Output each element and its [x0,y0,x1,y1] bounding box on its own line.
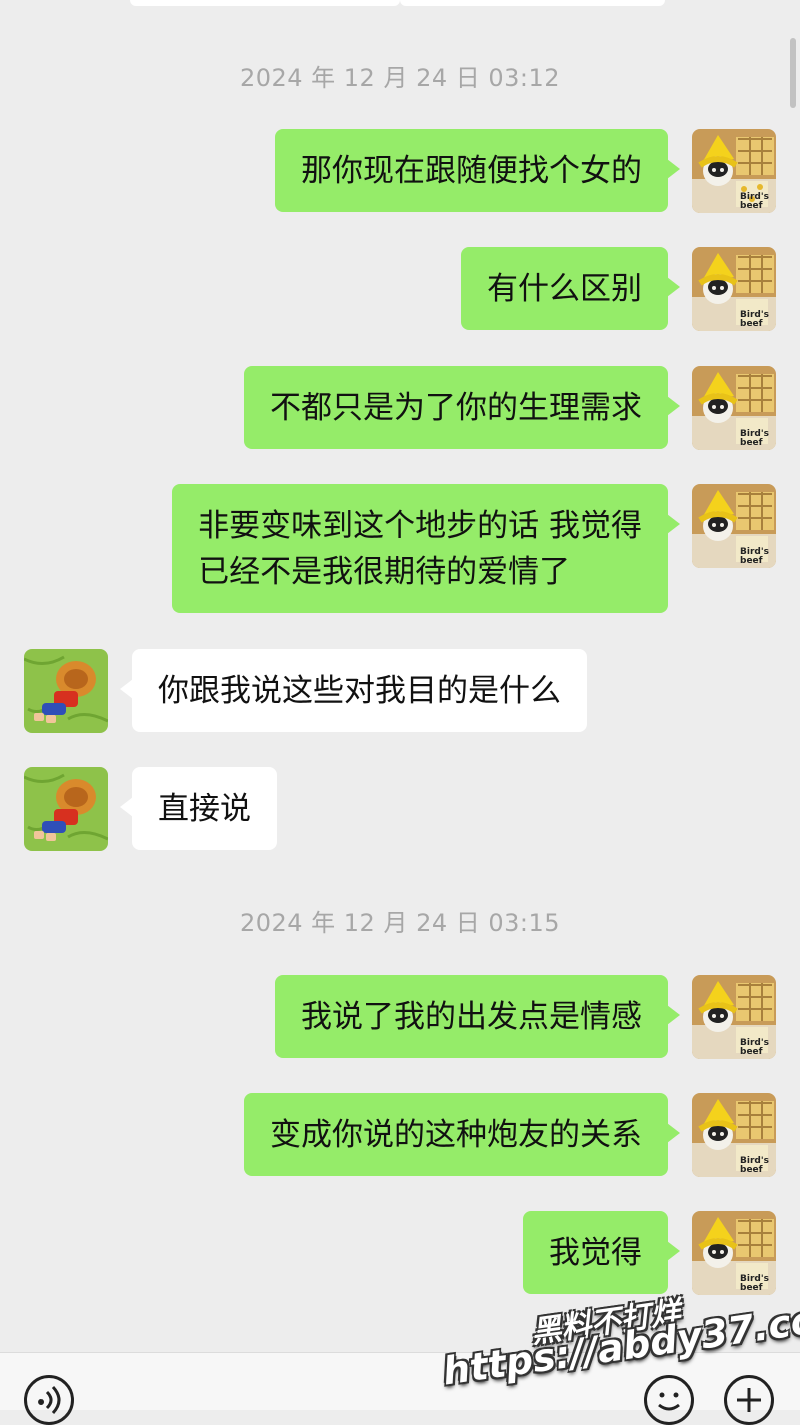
self-avatar[interactable]: Bird's beef [692,366,776,450]
incoming-message-bubble[interactable]: 直接说 [120,767,277,850]
message-text: 我觉得 [549,1235,642,1271]
message-text: 已经不是我很期待的爱情了 [198,554,571,590]
svg-text:beef: beef [740,556,763,566]
outgoing-message-bubble[interactable]: 我觉得 [523,1211,680,1294]
previous-bubble-edge [400,0,665,6]
outgoing-message-bubble[interactable]: 那你现在跟随便找个女的 [275,129,680,212]
svg-text:beef: beef [740,438,763,448]
cat-in-yellow-hat-avatar-icon: Bird's beef [692,129,776,213]
self-avatar[interactable]: Bird's beef [692,484,776,568]
svg-text:beef: beef [740,201,763,211]
plus-sign-icon [737,1388,761,1412]
message-timestamp: 2024 年 12 月 24 日 03:15 [239,909,561,937]
self-avatar[interactable]: Bird's beef [692,129,776,213]
incoming-message-bubble[interactable]: 你跟我说这些对我目的是什么 [120,649,587,732]
message-text: 非要变味到这个地步的话 我觉得 [198,508,642,544]
voice-wave-icon [38,1385,61,1415]
self-avatar[interactable]: Bird's beef [692,1211,776,1295]
self-avatar[interactable]: Bird's beef [692,975,776,1059]
previous-bubble-edge [130,0,400,6]
contact-avatar[interactable] [24,767,108,851]
straw-hat-boy-on-grass-avatar-icon [24,649,108,733]
message-text: 直接说 [158,791,251,827]
svg-text:beef: beef [740,1047,763,1057]
self-avatar[interactable]: Bird's beef [692,247,776,331]
cat-in-yellow-hat-avatar-icon: Bird's beef [692,366,776,450]
message-text: 有什么区别 [487,271,642,307]
straw-hat-boy-on-grass-avatar-icon [24,767,108,851]
outgoing-message-bubble[interactable]: 有什么区别 [461,247,680,330]
outgoing-message-bubble[interactable]: 变成你说的这种炮友的关系 [244,1093,680,1176]
message-text: 不都只是为了你的生理需求 [270,390,642,426]
svg-text:beef: beef [740,1165,763,1175]
outgoing-message-bubble[interactable]: 不都只是为了你的生理需求 [244,366,680,449]
cat-in-yellow-hat-avatar-icon: Bird's beef [692,247,776,331]
svg-text:beef: beef [740,1283,763,1293]
message-text: 那你现在跟随便找个女的 [301,153,642,189]
outgoing-message-bubble[interactable]: 非要变味到这个地步的话 我觉得 已经不是我很期待的爱情了 [172,484,680,613]
emoji-icon[interactable] [644,1375,694,1425]
chat-area[interactable]: 2024 年 12 月 24 日 03:12 那你现在跟随便找个女的 Bird'… [0,0,800,1409]
cat-in-yellow-hat-avatar-icon: Bird's beef [692,1211,776,1295]
cat-in-yellow-hat-avatar-icon: Bird's beef [692,975,776,1059]
message-timestamp: 2024 年 12 月 24 日 03:12 [239,64,561,92]
outgoing-message-bubble[interactable]: 我说了我的出发点是情感 [275,975,680,1058]
plus-icon[interactable] [724,1375,774,1425]
voice-icon[interactable] [24,1375,74,1425]
message-text: 我说了我的出发点是情感 [301,999,642,1035]
svg-text:beef: beef [740,319,763,329]
contact-avatar[interactable] [24,649,108,733]
message-text: 变成你说的这种炮友的关系 [270,1117,642,1153]
smiley-face-icon [658,1392,680,1411]
self-avatar[interactable]: Bird's beef [692,1093,776,1177]
cat-in-yellow-hat-avatar-icon: Bird's beef [692,484,776,568]
message-text: 你跟我说这些对我目的是什么 [158,673,561,709]
cat-in-yellow-hat-avatar-icon: Bird's beef [692,1093,776,1177]
